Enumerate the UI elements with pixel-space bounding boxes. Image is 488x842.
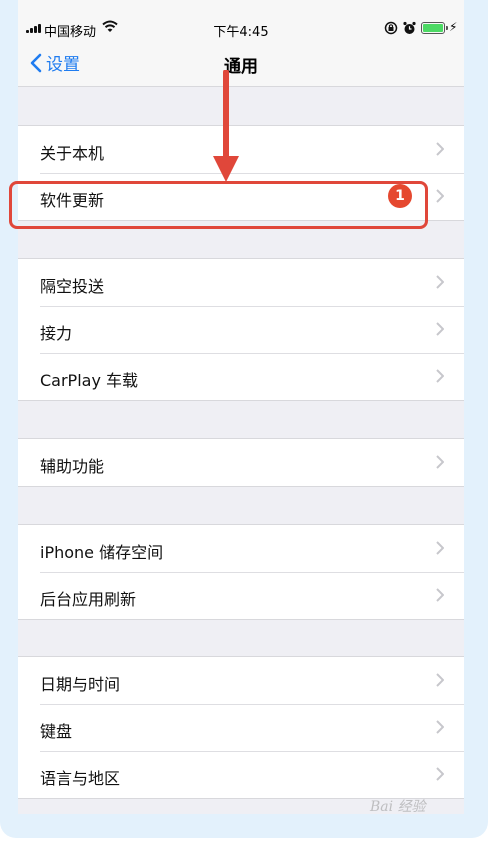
settings-group: 日期与时间 键盘 语言与地区 bbox=[18, 656, 464, 799]
settings-group: 辅助功能 bbox=[18, 438, 464, 487]
list-item-accessibility[interactable]: 辅助功能 bbox=[18, 439, 464, 486]
status-bar: 中国移动 下午4:45 ⚡ bbox=[18, 0, 464, 40]
chevron-right-icon bbox=[436, 767, 444, 781]
item-label: 键盘 bbox=[40, 722, 73, 741]
item-label: iPhone 储存空间 bbox=[40, 543, 164, 562]
chevron-right-icon bbox=[436, 588, 444, 602]
item-label: 关于本机 bbox=[40, 144, 105, 163]
chevron-right-icon bbox=[436, 275, 444, 289]
chevron-right-icon bbox=[436, 455, 444, 469]
list-item-iphone-storage[interactable]: iPhone 储存空间 bbox=[18, 525, 464, 572]
list-item-keyboard[interactable]: 键盘 bbox=[18, 704, 464, 751]
item-label: 隔空投送 bbox=[40, 277, 105, 296]
list-item-airdrop[interactable]: 隔空投送 bbox=[18, 259, 464, 306]
chevron-right-icon bbox=[436, 142, 444, 156]
orientation-lock-icon bbox=[384, 21, 398, 35]
watermark: Bai 经验 bbox=[370, 799, 426, 815]
battery-icon bbox=[421, 22, 448, 34]
list-item-carplay[interactable]: CarPlay 车载 bbox=[18, 353, 464, 400]
chevron-right-icon bbox=[436, 673, 444, 687]
list-item-language-region[interactable]: 语言与地区 bbox=[18, 751, 464, 798]
list-item-background-refresh[interactable]: 后台应用刷新 bbox=[18, 572, 464, 619]
chevron-right-icon bbox=[436, 369, 444, 383]
chevron-right-icon bbox=[436, 541, 444, 555]
settings-group: iPhone 储存空间 后台应用刷新 bbox=[18, 524, 464, 620]
annotation-arrow-icon bbox=[213, 70, 239, 182]
item-label: 辅助功能 bbox=[40, 457, 105, 476]
chevron-right-icon bbox=[436, 720, 444, 734]
list-item-date-time[interactable]: 日期与时间 bbox=[18, 657, 464, 704]
item-label: 后台应用刷新 bbox=[40, 590, 137, 609]
annotation-highlight-box bbox=[9, 181, 428, 229]
item-label: CarPlay 车载 bbox=[40, 371, 139, 390]
settings-group: 隔空投送 接力 CarPlay 车载 bbox=[18, 258, 464, 401]
list-item-handoff[interactable]: 接力 bbox=[18, 306, 464, 353]
item-label: 语言与地区 bbox=[40, 769, 121, 788]
chevron-right-icon bbox=[436, 189, 444, 203]
alarm-icon bbox=[403, 21, 416, 34]
chevron-right-icon bbox=[436, 322, 444, 336]
charging-icon: ⚡ bbox=[449, 20, 458, 34]
item-label: 日期与时间 bbox=[40, 675, 121, 694]
item-label: 接力 bbox=[40, 324, 73, 343]
